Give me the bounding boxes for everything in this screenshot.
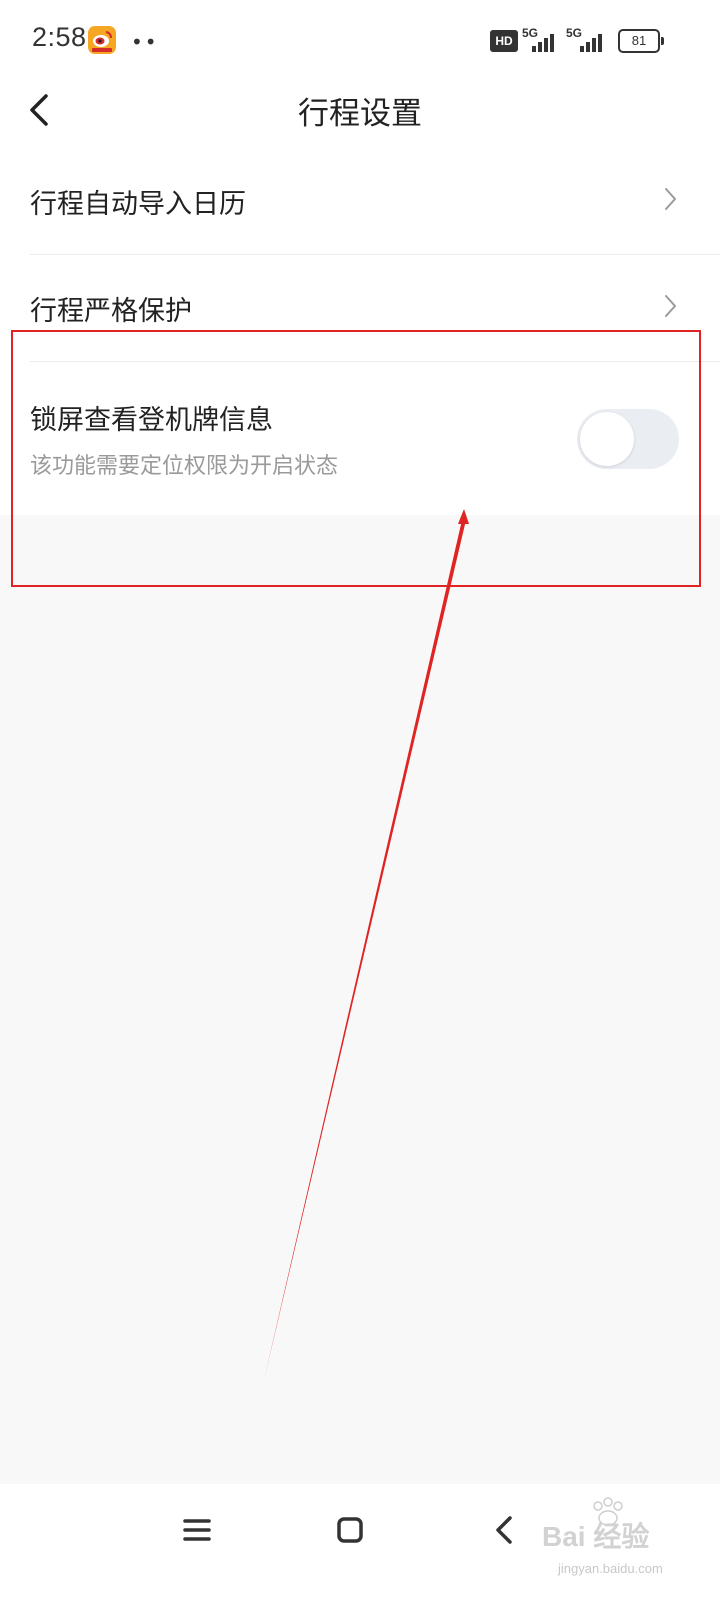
page-title: 行程设置 [298, 96, 422, 132]
status-notification-dots: •• [131, 30, 159, 54]
home-button[interactable] [326, 1506, 374, 1554]
chevron-right-icon [665, 188, 676, 210]
settings-list: 行程自动导入日历 行程严格保护 锁屏查看登机牌信息 该功能需要定位权限为开启状态 [0, 144, 720, 515]
menu-button[interactable] [173, 1506, 221, 1554]
header: 行程设置 [0, 84, 720, 144]
lockscreen-boarding-pass-toggle[interactable] [577, 409, 679, 469]
weibo-icon [88, 26, 116, 54]
back-icon [496, 1516, 512, 1544]
status-time: 2:58 [32, 22, 87, 52]
list-item-calendar-import[interactable]: 行程自动导入日历 [0, 144, 720, 254]
status-bar: 2:58 •• HD 5G 5G 81 [0, 0, 720, 84]
system-back-button[interactable] [480, 1506, 528, 1554]
home-icon [337, 1517, 363, 1543]
item-sublabel: 该功能需要定位权限为开启状态 [30, 454, 339, 479]
signal-strength-icon: 5G [522, 26, 558, 54]
watermark-url: jingyan.baidu.com [558, 1561, 663, 1576]
chevron-right-icon [665, 295, 676, 317]
hd-badge: HD [490, 30, 518, 52]
item-label: 行程自动导入日历 [30, 189, 246, 220]
battery-icon: 81 [618, 29, 664, 53]
signal-strength-2-icon: 5G [566, 26, 606, 54]
toggle-knob [580, 412, 634, 466]
item-label: 行程严格保护 [30, 296, 192, 327]
menu-icon [183, 1519, 211, 1541]
item-label: 锁屏查看登机牌信息 [30, 405, 273, 436]
list-item-strict-protection[interactable]: 行程严格保护 [0, 255, 720, 361]
nav-bar [0, 1484, 720, 1600]
